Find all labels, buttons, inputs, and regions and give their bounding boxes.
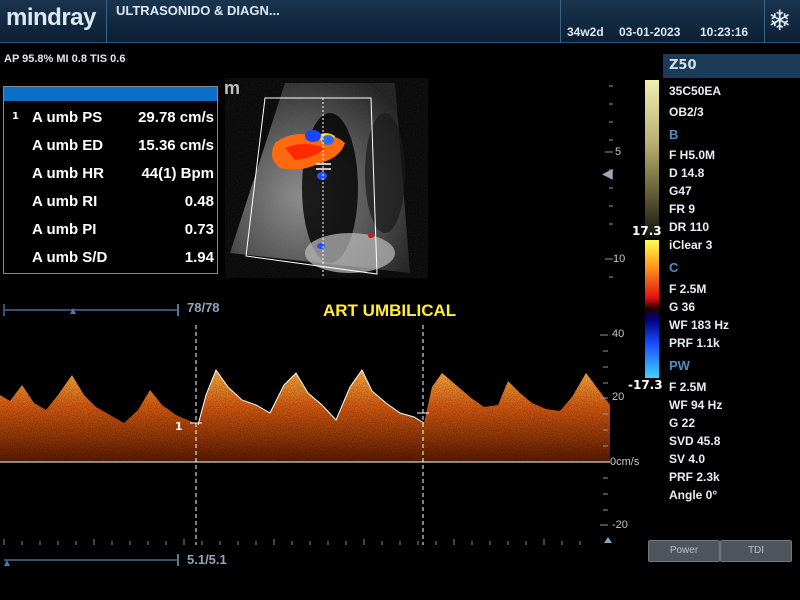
- mindray-logo: mindray: [6, 4, 96, 31]
- pw-mode-header: PW: [669, 358, 690, 373]
- velocity-label-20: 20: [612, 391, 625, 403]
- measurement-label: A umb RI: [32, 193, 98, 210]
- measurement-value: 0.48: [184, 193, 214, 210]
- color-flow-red: [368, 234, 374, 238]
- color-scale-bottom: -17.3: [628, 378, 663, 392]
- time-ticks: [3, 539, 581, 545]
- caliper-index: 1: [175, 420, 183, 433]
- velocity-label-0: 0cm/s: [610, 456, 640, 468]
- color-flow-blue: [317, 172, 327, 180]
- measurement-row: A umb S/D 1.94: [32, 249, 216, 273]
- measurement-row: A umb PI 0.73: [32, 221, 216, 245]
- header-divider: [560, 0, 561, 42]
- exam-time: 10:23:16: [700, 25, 749, 39]
- depth-label-10: 10: [613, 253, 626, 265]
- snowflake-icon[interactable]: ❄: [768, 4, 791, 37]
- dark-region: [365, 113, 405, 233]
- measurement-value: 0.73: [184, 221, 214, 238]
- measurement-row: A umb RI 0.48: [32, 193, 216, 217]
- c-param: PRF 1.1k: [669, 336, 720, 350]
- probe-tab[interactable]: Z50: [663, 54, 800, 78]
- annotation-label: ART UMBILICAL: [323, 301, 457, 320]
- measurement-label: A umb PI: [32, 221, 97, 238]
- c-param: G 36: [669, 300, 696, 314]
- header-divider: [764, 0, 765, 42]
- c-param: WF 183 Hz: [669, 318, 730, 332]
- measurement-value: 44(1) Bpm: [141, 165, 214, 182]
- header-divider: [106, 0, 107, 42]
- b-param: G47: [669, 184, 692, 198]
- exam-preset: OB2/3: [669, 105, 704, 119]
- color-doppler-image: [230, 83, 410, 276]
- measurement-row: A umb ED 15.36 cm/s: [32, 137, 216, 161]
- color-mode-header: C: [669, 260, 679, 275]
- b-mode-header: B: [669, 127, 679, 142]
- measurement-results-panel: 1 A umb PS 29.78 cm/s A umb ED 15.36 cm/…: [3, 86, 218, 274]
- pw-param: PRF 2.3k: [669, 470, 720, 484]
- color-velocity-bar: [645, 240, 659, 378]
- pw-param: SV 4.0: [669, 452, 706, 466]
- c-param: F 2.5M: [669, 282, 707, 296]
- color-flow-blue: [305, 130, 321, 142]
- velocity-label-neg20: -20: [612, 519, 628, 531]
- cine-slider-bottom[interactable]: [0, 550, 200, 570]
- depth-label-5: 5: [615, 146, 622, 158]
- velocity-label-40: 40: [612, 328, 625, 340]
- cine-slider-top[interactable]: [0, 298, 200, 318]
- probe-orientation-marker: m: [224, 78, 241, 98]
- cine-frame-counter: 78/78: [187, 300, 220, 315]
- baseline-marker-icon[interactable]: [604, 537, 612, 543]
- acoustic-output: AP 95.8% MI 0.8 TIS 0.6: [4, 53, 126, 65]
- pw-param: Angle 0°: [669, 488, 718, 502]
- measurement-row: A umb HR 44(1) Bpm: [32, 165, 216, 189]
- cine-time-counter: 5.1/5.1: [187, 552, 227, 567]
- pw-param: WF 94 Hz: [669, 398, 723, 412]
- measurement-label: A umb S/D: [32, 249, 108, 266]
- measurement-index: 1: [12, 111, 19, 122]
- hospital-name: ULTRASONIDO & DIAGN...: [116, 3, 280, 18]
- pw-param: G 22: [669, 416, 696, 430]
- measurement-label: A umb ED: [32, 137, 104, 154]
- measurement-label: A umb HR: [32, 165, 104, 182]
- b-param: DR 110: [669, 220, 710, 234]
- gestational-age: 34w2d: [567, 25, 604, 39]
- color-scale-top: 17.3: [632, 224, 662, 238]
- pw-param: F 2.5M: [669, 380, 707, 394]
- measurement-label: A umb PS: [32, 109, 103, 126]
- pw-doppler-spectrum: [0, 325, 612, 545]
- color-flow-blue: [322, 135, 334, 145]
- depth-scale: [605, 85, 613, 278]
- color-flow-blue: [317, 243, 325, 249]
- exam-date: 03-01-2023: [619, 25, 681, 39]
- b-param: FR 9: [669, 202, 696, 216]
- grayscale-bar: [645, 80, 659, 238]
- b-param: iClear 3: [669, 238, 713, 252]
- probe-model: 35C50EA: [669, 84, 722, 98]
- measurement-row: A umb PS 29.78 cm/s: [32, 109, 216, 133]
- measurement-panel-header: [4, 87, 217, 101]
- b-param: D 14.8: [669, 166, 705, 180]
- measurement-value: 1.94: [184, 249, 214, 266]
- pw-param: SVD 45.8: [669, 434, 721, 448]
- measurement-value: 29.78 cm/s: [138, 109, 214, 126]
- b-param: F H5.0M: [669, 148, 716, 162]
- tdi-button[interactable]: TDI: [720, 540, 792, 562]
- focus-marker-icon[interactable]: ◀: [602, 166, 613, 182]
- measurement-value: 15.36 cm/s: [138, 137, 214, 154]
- power-button[interactable]: Power: [648, 540, 720, 562]
- bright-echo: [305, 233, 395, 273]
